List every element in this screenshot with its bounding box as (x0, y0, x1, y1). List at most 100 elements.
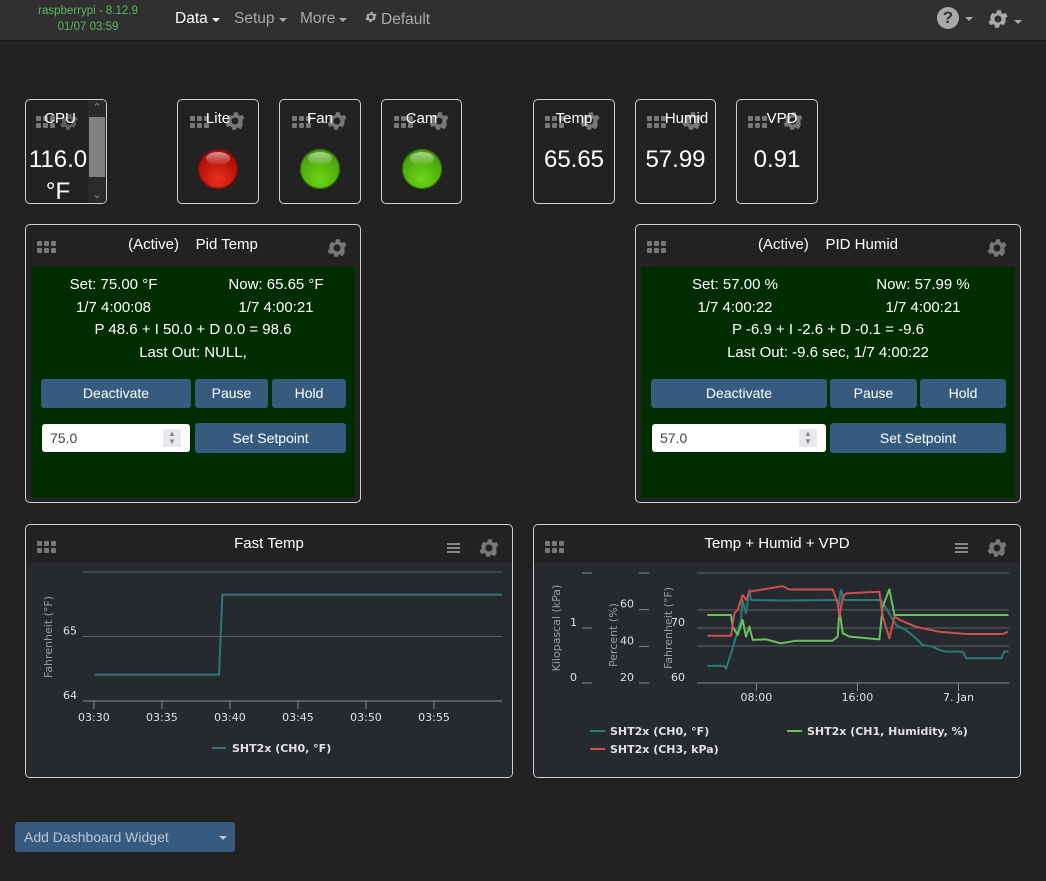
caret-down-icon (219, 836, 227, 840)
pid-title: (Active) Pid Temp (26, 236, 360, 253)
output-state-on-indicator[interactable] (401, 149, 442, 189)
widget-temp: Temp 65.65 (533, 99, 615, 204)
y-tick-label: 20 (620, 671, 634, 684)
widget-vpd: VPD 0.91 (736, 99, 818, 204)
spinner-icon[interactable]: ▲ ▼ (163, 429, 181, 447)
nav-more-menu[interactable]: More (300, 10, 348, 28)
pid-status: (Active) (128, 236, 179, 253)
pid-setpoint: Set: 57.00 % (692, 276, 778, 293)
x-tick-label: 03:40 (214, 711, 246, 724)
nav-more-label: More (300, 10, 336, 27)
brand[interactable]: raspberrypi - 8.12.9 01/07 03:59 (22, 3, 154, 35)
pid-last-out: Last Out: NULL, (139, 344, 247, 361)
series-line (707, 585, 1009, 640)
brand-host-version: raspberrypi - 8.12.9 (38, 5, 138, 17)
help-icon: ? (937, 7, 959, 29)
pause-button[interactable]: Pause (830, 379, 917, 408)
widget-title: CPU (44, 110, 76, 127)
caret-down-icon (278, 18, 287, 22)
nav-setup-label: Setup (234, 10, 275, 27)
widget-chart-temp-humid-vpd: Temp + Humid + VPD 0 1 Kilopascal (kPa) 20 4… (533, 524, 1021, 778)
pid-last-out: Last Out: -9.6 sec, 1/7 4:00:22 (727, 344, 929, 361)
nav-dashboard-default[interactable]: Default (364, 10, 430, 29)
pid-current-time: 1/7 4:00:21 (885, 299, 961, 316)
output-state-off-indicator[interactable] (198, 149, 238, 189)
scroll-thumb[interactable] (89, 117, 105, 177)
pid-setpoint: Set: 75.00 °F (69, 276, 158, 293)
pid-setpoint-time: 1/7 4:00:08 (75, 299, 152, 316)
pid-setpoint-time: 1/7 4:00:22 (697, 299, 773, 316)
deactivate-button[interactable]: Deactivate (41, 379, 191, 408)
gear-icon[interactable] (985, 236, 1009, 260)
chart-header: Temp + Humid + VPD (534, 525, 1020, 563)
brand-datetime: 01/07 03:59 (57, 21, 119, 33)
pid-title: (Active) PID Humid (636, 236, 1020, 253)
x-tick-label: 03:30 (78, 711, 110, 724)
scroll-down-icon[interactable]: ⌄ (88, 187, 106, 203)
widget-title: Lite (205, 110, 231, 127)
x-tick-label: 03:35 (146, 711, 178, 724)
output-state-on-indicator[interactable] (300, 149, 340, 189)
y-tick-label: 40 (620, 634, 634, 647)
add-widget-label: Add Dashboard Widget (24, 829, 169, 845)
widget-lite: Lite (177, 99, 259, 204)
pid-body: Set: 57.00 % Now: 57.99 % 1/7 4:00:22 1/… (641, 267, 1015, 498)
help-menu[interactable]: ? (937, 7, 973, 29)
widget-cam: Cam (381, 99, 462, 204)
pid-current: Now: 65.65 °F (228, 276, 324, 293)
top-navbar: raspberrypi - 8.12.9 01/07 03:59 Data Se… (0, 0, 1046, 41)
nav-data-menu[interactable]: Data (175, 10, 220, 28)
y-tick-label: 65 (63, 625, 77, 638)
gear-icon[interactable] (477, 536, 501, 560)
x-tick-label: 03:55 (418, 711, 450, 724)
cpu-unit: °F (45, 178, 71, 204)
scrollbar[interactable]: ⌃ ⌄ (88, 100, 106, 203)
setpoint-input[interactable]: 57.0 ▲ ▼ (652, 424, 826, 452)
widget-title: Cam (405, 110, 438, 127)
add-dashboard-widget-dropdown[interactable]: Add Dashboard Widget (15, 822, 235, 852)
pid-current: Now: 57.99 % (876, 276, 970, 293)
pid-name: PID Humid (825, 236, 899, 253)
x-tick-label: 08:00 (741, 691, 773, 704)
y-tick-label: 1 (570, 616, 577, 629)
caret-down-icon (1014, 19, 1022, 24)
legend-label: SHT2x (CH3, kPa) (610, 743, 719, 756)
gear-icon[interactable] (325, 236, 349, 260)
hamburger-menu-icon[interactable] (447, 543, 460, 554)
widget-chart-fast-temp: Fast Temp 64 65 03:30 03:35 03:40 03:45 03:50 0… (25, 524, 513, 778)
temp-humid-vpd-chart[interactable]: 01Kilopascal (kPa)204060Percent (%)6070F… (534, 563, 1020, 777)
hold-button[interactable]: Hold (272, 379, 346, 408)
spinner-icon[interactable]: ▲ ▼ (799, 429, 817, 447)
setpoint-input-value: 57.0 (660, 430, 688, 446)
x-tick-label: 03:50 (350, 711, 382, 724)
scroll-up-icon[interactable]: ⌃ (88, 100, 106, 116)
set-setpoint-button[interactable]: Set Setpoint (830, 423, 1006, 453)
nav-setup-menu[interactable]: Setup (234, 10, 287, 28)
y-tick-label: 64 (63, 689, 77, 702)
y-axis-label: Kilopascal (kPa) (550, 585, 563, 672)
gear-icon[interactable] (985, 536, 1009, 560)
hold-button[interactable]: Hold (920, 379, 1006, 408)
settings-menu[interactable] (986, 7, 1022, 34)
widget-title: Temp (555, 110, 593, 127)
set-setpoint-button[interactable]: Set Setpoint (195, 423, 346, 453)
chart-title: Temp + Humid + VPD (704, 535, 850, 552)
pid-name: Pid Temp (195, 236, 258, 253)
x-tick-label: 16:00 (842, 691, 874, 704)
y-tick-label: 0 (570, 671, 577, 684)
temp-value: 65.65 (543, 146, 605, 173)
gear-icon (986, 7, 1010, 34)
pause-button[interactable]: Pause (195, 379, 268, 408)
hamburger-menu-icon[interactable] (955, 543, 968, 554)
setpoint-input[interactable]: 75.0 ▲ ▼ (42, 424, 190, 452)
deactivate-button[interactable]: Deactivate (651, 379, 827, 408)
widget-humid: Humid 57.99 (635, 99, 716, 204)
pid-header: (Active) Pid Temp (26, 225, 360, 267)
widget-title: Fan (307, 110, 333, 127)
pid-status: (Active) (757, 236, 809, 253)
humid-value: 57.99 (645, 146, 706, 173)
fast-temp-chart[interactable]: 64 65 03:30 03:35 03:40 03:45 03:50 03:55 Fahren… (26, 563, 512, 777)
pid-terms: P 48.6 + I 50.0 + D 0.0 = 98.6 (94, 321, 292, 338)
caret-down-icon (965, 17, 973, 21)
chart-area: 0 1 Kilopascal (kPa) 20 40 60 Percent (%) 60 70 F… (534, 563, 1020, 777)
